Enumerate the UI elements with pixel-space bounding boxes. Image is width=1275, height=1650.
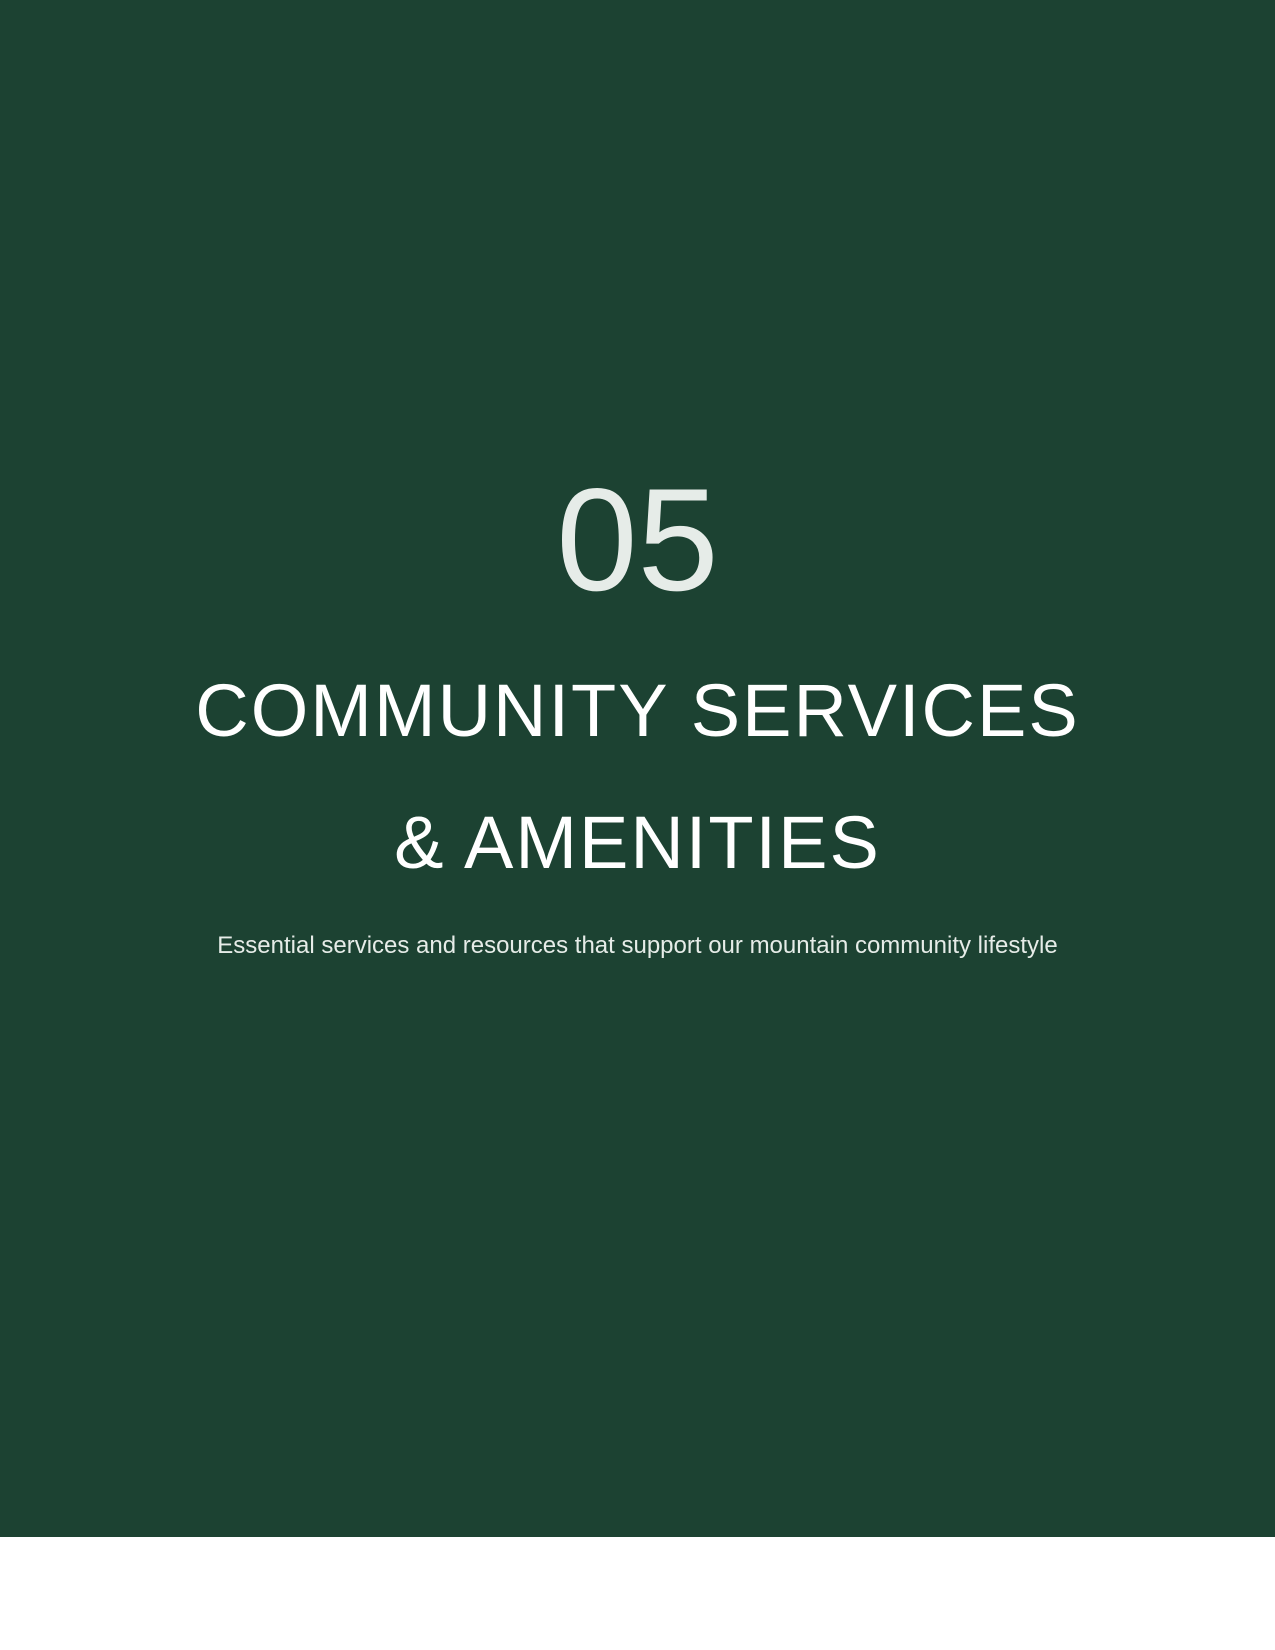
document-page: 05 COMMUNITY SERVICES & AMENITIES Essent…	[0, 0, 1275, 1650]
section-subtitle: Essential services and resources that su…	[217, 932, 1058, 959]
section-title-line-2: & AMENITIES	[394, 801, 881, 884]
section-title-line-1: COMMUNITY SERVICES	[195, 669, 1080, 752]
section-number: 05	[556, 458, 719, 621]
section-cover-panel: 05 COMMUNITY SERVICES & AMENITIES Essent…	[0, 0, 1275, 1537]
